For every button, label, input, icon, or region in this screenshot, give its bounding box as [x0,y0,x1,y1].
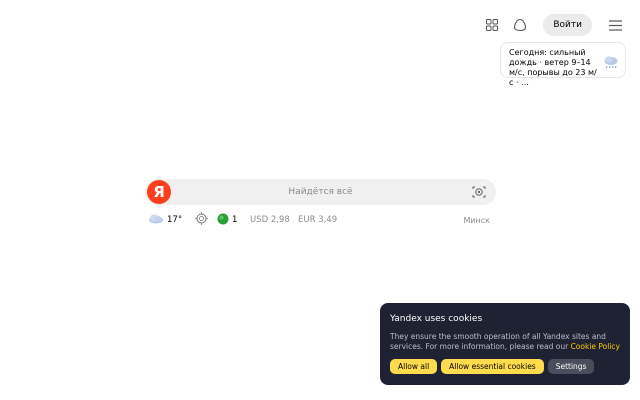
magnetic-storm-icon [195,212,208,228]
temperature-value: 17° [167,215,183,225]
info-row: 17° 1 USD 2,98 EUR 3,49 Минск [148,212,490,228]
allow-all-button[interactable]: Allow all [390,359,438,374]
traffic-widget[interactable]: 1 [217,212,237,228]
magnetic-storm-widget[interactable] [195,212,208,228]
cookie-buttons: Allow all Allow essential cookies Settin… [390,359,598,374]
cloud-icon [148,213,164,227]
camera-search-icon[interactable] [471,184,487,200]
login-button[interactable]: Войти [543,14,592,36]
alice-icon[interactable] [509,14,531,36]
traffic-indicator-icon [217,213,229,228]
cookie-banner-text: They ensure the smooth operation of all … [390,332,620,352]
rain-cloud-icon [603,55,619,72]
cookie-settings-button[interactable]: Settings [547,359,595,374]
search-bar[interactable]: Я Найдётся всё [145,179,496,205]
search-input[interactable]: Найдётся всё [145,179,496,205]
weather-forecast-text: Сегодня: сильный дождь · ветер 9–14 м/с,… [509,48,597,87]
weather-widget[interactable]: 17° [148,212,182,228]
eur-rate[interactable]: EUR 3,49 [298,212,337,228]
usd-rate[interactable]: USD 2,98 [250,212,290,228]
menu-icon[interactable] [604,14,626,36]
allow-essential-button[interactable]: Allow essential cookies [441,359,544,374]
cookie-banner: Yandex uses cookies They ensure the smoo… [380,303,630,385]
city-link[interactable]: Минск [463,212,490,228]
weather-card[interactable]: Сегодня: сильный дождь · ветер 9–14 м/с,… [500,42,626,87]
cookie-policy-link[interactable]: Cookie Policy [571,342,620,351]
top-bar: Войти [475,14,626,36]
cookie-banner-title: Yandex uses cookies [390,314,483,324]
apps-grid-icon[interactable] [481,14,503,36]
traffic-score: 1 [232,215,238,225]
